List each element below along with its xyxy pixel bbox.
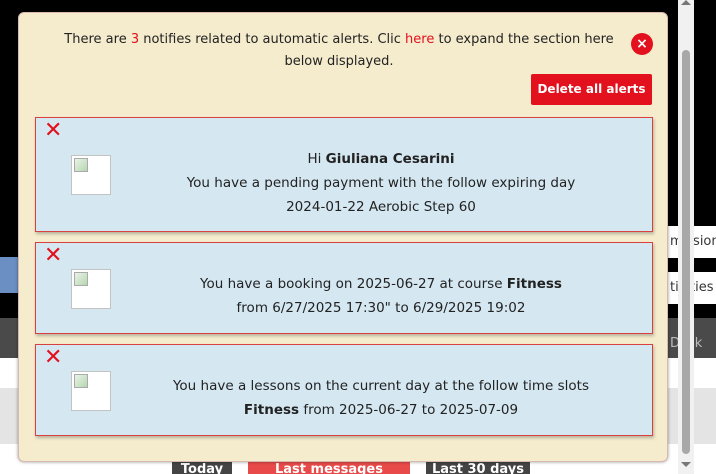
alert-card: ✕ Hi Giuliana Cesarini You have a pendin… xyxy=(35,117,653,232)
scroll-down-arrow-icon[interactable] xyxy=(681,462,691,467)
scroll-thumb[interactable] xyxy=(682,50,690,454)
alert-message: Hi Giuliana Cesarini You have a pending … xyxy=(136,147,626,219)
header-text: There are xyxy=(64,32,131,47)
broken-image-icon xyxy=(71,269,111,309)
alert-text: You have a lessons on the current day at… xyxy=(172,378,590,394)
header-text: notifies related to automatic alerts. Cl… xyxy=(139,32,406,47)
background-side-tab xyxy=(0,257,18,293)
dismiss-alert-icon[interactable]: ✕ xyxy=(44,120,62,142)
alert-card: ✕ You have a lessons on the current day … xyxy=(35,344,653,436)
scroll-up-arrow-icon[interactable] xyxy=(681,0,691,5)
alerts-modal: There are 3 notifies related to automati… xyxy=(18,12,668,462)
alert-message: You have a booking on 2025-06-27 at cour… xyxy=(136,272,626,320)
alert-text: 2024-01-22 Aerobic Step 60 xyxy=(286,199,476,215)
alerts-header-message: There are 3 notifies related to automati… xyxy=(49,29,629,73)
dismiss-alert-icon[interactable]: ✕ xyxy=(44,245,62,267)
expand-link[interactable]: here xyxy=(405,32,434,47)
alert-text: from 2025-06-27 to 2025-07-09 xyxy=(299,402,519,418)
page-scrollbar[interactable] xyxy=(678,0,694,474)
close-modal-icon[interactable]: × xyxy=(631,33,653,55)
alert-text: You have a pending payment with the foll… xyxy=(186,175,576,191)
last-messages-button[interactable]: Last messages xyxy=(248,460,410,474)
alert-message: You have a lessons on the current day at… xyxy=(136,374,626,422)
dismiss-alert-icon[interactable]: ✕ xyxy=(44,347,62,369)
alert-text: You have a booking on 2025-06-27 at cour… xyxy=(200,276,507,292)
last-30-days-button[interactable]: Last 30 days xyxy=(426,460,530,474)
user-name: Giuliana Cesarini xyxy=(325,151,455,167)
alert-count: 3 xyxy=(130,32,140,47)
alert-card: ✕ You have a booking on 2025-06-27 at co… xyxy=(35,242,653,334)
alert-text: from 6/27/2025 17:30" to 6/29/2025 19:02 xyxy=(236,300,526,316)
course-name: Fitness xyxy=(506,276,562,292)
broken-image-icon xyxy=(71,155,111,195)
delete-all-alerts-button[interactable]: Delete all alerts xyxy=(531,74,652,105)
broken-image-icon xyxy=(71,371,111,411)
alert-text: Hi xyxy=(307,151,326,167)
course-name: Fitness xyxy=(243,402,300,418)
today-button[interactable]: Today xyxy=(172,460,232,474)
